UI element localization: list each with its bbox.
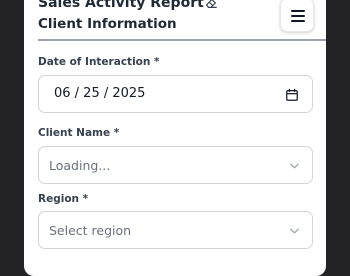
section-title: Client Information xyxy=(38,16,177,32)
date-label: Date of Interaction * xyxy=(38,56,160,68)
region-select[interactable]: Select region xyxy=(38,211,313,249)
client-name-select[interactable]: Loading... xyxy=(38,146,313,184)
region-label: Region * xyxy=(38,193,89,205)
date-input[interactable]: 06 / 25 / 2025 xyxy=(38,75,313,113)
calendar-icon[interactable] xyxy=(285,88,299,102)
region-placeholder: Select region xyxy=(49,223,132,238)
date-value: 06 / 25 / 2025 xyxy=(54,86,146,101)
eraser-icon xyxy=(206,0,217,8)
form-card: Sales Activity Report Client Information… xyxy=(24,0,326,276)
section-divider xyxy=(38,39,326,41)
client-name-placeholder: Loading... xyxy=(49,158,111,173)
client-name-label: Client Name * xyxy=(38,127,120,139)
chevron-down-icon xyxy=(290,163,299,169)
chevron-down-icon xyxy=(290,228,299,234)
report-title: Sales Activity Report xyxy=(38,0,204,11)
menu-button[interactable] xyxy=(280,0,314,32)
